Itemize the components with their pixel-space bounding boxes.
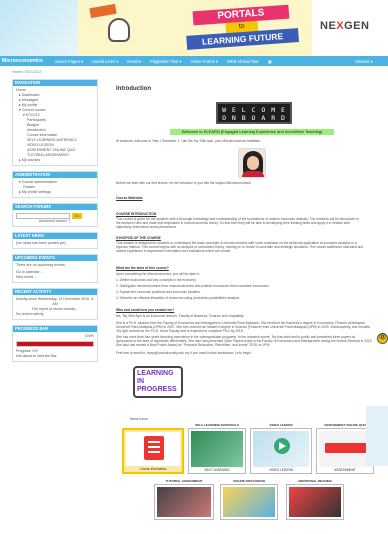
banner-left-graphic (0, 0, 78, 56)
news-forum-link[interactable]: News forum (130, 417, 190, 421)
tile-additional-reading[interactable]: ADDITIONAL READING (286, 479, 344, 520)
course-intro-heading: COURSE INTRODUCTION (116, 212, 157, 216)
nav-grid-icon[interactable]: ▣ (268, 59, 272, 64)
aim-item: 4. Describe an efficient allocation of r… (116, 296, 241, 300)
progress-info-link[interactable]: Info about to view the Bar (16, 354, 94, 359)
progress-pct: 100% (84, 334, 94, 338)
course-brand-link[interactable]: Microeconomics (2, 58, 43, 64)
progress-bar[interactable] (16, 341, 94, 347)
no-recent-activity: No recent activity (16, 312, 44, 316)
contact-heading: Who and could how you contact me? (116, 308, 175, 312)
course-materials-link[interactable]: Course Materials (116, 196, 143, 200)
banner-sign: PORTALS to LEARNING FUTURE (185, 4, 300, 56)
synopsis-line: market equilibrium to asymmetric informa… (116, 249, 231, 253)
search-go-button[interactable]: Go (72, 213, 82, 219)
tile-online-discussion[interactable]: ONLINE DISCUSSION (220, 479, 278, 520)
advanced-search-link[interactable]: Advanced search ⓘ (16, 219, 94, 224)
nav-virtual-tour[interactable]: WEB Virtual Tour (227, 59, 259, 64)
nav-home-forms[interactable]: Home Forms ▾ (191, 59, 218, 64)
welcome-board-image: W E L C O M E O N B O A R D ! (216, 102, 292, 130)
navigation-block: NAVIGATION Home ▸ Dashboard ▸ Messages ▸ My… (12, 79, 98, 166)
learning-in-progress-image: LEARNING IN PROGRESS (133, 366, 183, 398)
contact-email-text[interactable]: Feel free to email to: teysy@ucsiunivers… (116, 351, 384, 355)
tile-video-lesson[interactable]: VIDEO LESSON VIDEO LESSON (250, 423, 312, 474)
upcoming-events-block: UPCOMING EVENTS There are no upcoming ev… (12, 254, 98, 283)
nav-plagiarism[interactable]: Plagiarism Test ▾ (150, 59, 182, 64)
aim-item: 1. Define economics and key concepts in … (116, 278, 197, 282)
top-navbar: Microeconomics Saved Pages ▾ Useful Link… (0, 56, 388, 66)
contact-line: She also has earned a Best Poster Award … (116, 343, 271, 347)
welcome-banner-text: Welcome to ELEARN (Engaged Learning Expe… (170, 129, 334, 135)
nexgen-logo: NEXGEN (320, 20, 370, 32)
new-event-link[interactable]: New event ... (16, 275, 94, 280)
left-sidebar: NAVIGATION Home ▸ Dashboard ▸ Messages ▸ My… (12, 79, 98, 367)
nav-email[interactable]: Email ▾ (127, 59, 141, 64)
aim-item: 3. Explain the economic problems and eco… (116, 290, 201, 294)
tile-course-information[interactable]: Course information (122, 428, 184, 474)
course-page: { "banner": { "line1": "PORTALS", "line2… (0, 0, 388, 534)
navigation-tree: Home ▸ Dashboard ▸ Messages ▸ My profile ▾ C… (13, 86, 97, 165)
hello-text: Hi students, welcome to Year 1 Semester … (116, 139, 262, 143)
contact-line: Ms. Tey Shih Ayin is an Economic lecture… (116, 314, 245, 318)
progress-bar-block: PROGRESS BAR 100% Progress: 0% Info abou… (12, 325, 98, 362)
help-fab-icon[interactable]: ⓪ (377, 333, 388, 344)
tile-tutorial-assignment[interactable]: TUTORIAL ASSIGNMENT (154, 479, 214, 520)
search-forums-block: SEARCH FORUMS Go Advanced search ⓘ (12, 203, 98, 227)
administration-block: ADMINISTRATION ▾ Course administration G… (12, 171, 98, 198)
site-banner: PORTALS to LEARNING FUTURE NEXGEN (0, 0, 388, 56)
admin-item[interactable]: ▸ My profile settings (16, 190, 94, 195)
nav-saved-pages[interactable]: Saved Pages ▾ (55, 59, 83, 64)
user-menu[interactable]: Student ▾ (355, 59, 373, 64)
section-title: Introduction (116, 86, 151, 92)
latest-news-block: LATEST NEWS (No news has been posted yet… (12, 232, 98, 249)
synopsis-heading: SYNOPSIS OF THE COURSE (116, 236, 161, 240)
intro-line: objectively determined world phenomena. (116, 225, 177, 229)
books-graphic (89, 3, 117, 19)
facilitator-photo (238, 148, 266, 178)
page-edge-decoration (366, 406, 388, 466)
aims-intro: Upon completing the Microeconomics, you … (116, 272, 200, 276)
nav-useful-links[interactable]: Useful Links ▾ (92, 59, 118, 64)
tile-self-learning[interactable]: SELF-LEARNING MATERIALS SELF LEARNING (188, 423, 246, 474)
lightbulb-icon (108, 18, 130, 42)
breadcrumb[interactable]: Home / ECO212 (12, 69, 41, 74)
nav-tree-item[interactable]: ▸ My courses (16, 158, 94, 163)
aim-item: 2. Distinguish microeconomics from macro… (116, 284, 270, 288)
recent-activity-block: RECENT ACTIVITY Activity since Wednesday… (12, 288, 98, 320)
contact-line: Tey Ayin worked as her Ph.D. at the Facu… (116, 329, 244, 333)
progress-fill (17, 342, 93, 346)
news-empty-text: (No news has been posted yet) (16, 241, 66, 245)
before-text: Before we start with our first lecture, … (116, 181, 252, 185)
aims-heading: What are the aims of this course? (116, 266, 169, 270)
banner-line3: LEARNING FUTURE (186, 28, 299, 50)
